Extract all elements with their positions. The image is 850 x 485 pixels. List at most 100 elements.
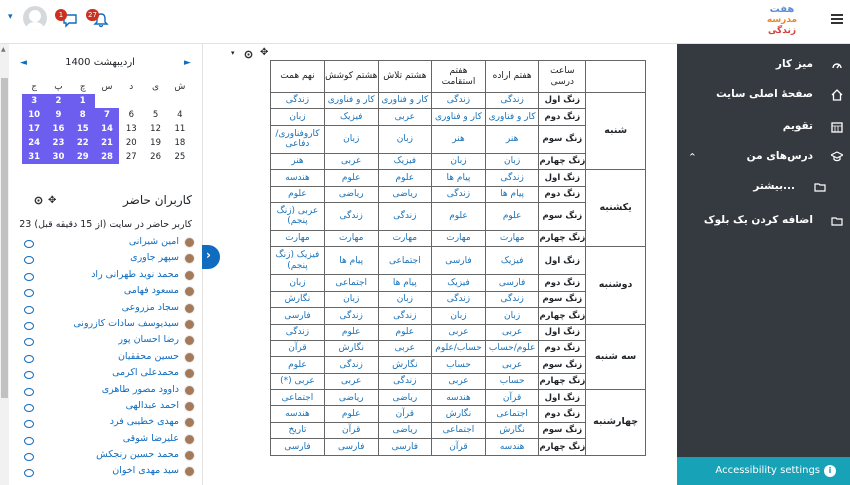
calendar-day[interactable]: 1 [70, 94, 95, 108]
online-user-name[interactable]: محمدعلی اکرمی [112, 367, 179, 378]
online-user-name[interactable]: محمد نوید طهرانی راد [91, 269, 179, 280]
calendar-day[interactable]: 2 [46, 94, 71, 108]
online-user-name[interactable]: سپهر جاوری [130, 252, 179, 263]
calendar-day[interactable]: 4 [168, 108, 192, 122]
user-avatar[interactable] [184, 368, 195, 380]
online-user-name[interactable]: علیرضا شوقی [123, 433, 179, 444]
hamburger-menu-icon[interactable] [831, 14, 843, 24]
calendar-day[interactable]: 15 [70, 122, 95, 136]
user-avatar[interactable] [184, 318, 195, 330]
online-user-name[interactable]: سجاد مزروعی [122, 302, 179, 313]
calendar-day[interactable]: 7 [94, 108, 120, 122]
online-user-name[interactable]: محمد حسین رنجکش [96, 449, 179, 460]
user-avatar[interactable] [184, 335, 195, 347]
calendar-day[interactable]: 12 [143, 122, 167, 136]
calendar-day[interactable]: 3 [22, 94, 47, 108]
calendar-day[interactable]: 25 [168, 150, 192, 164]
calendar-day[interactable]: 10 [22, 108, 47, 122]
calendar-day[interactable]: 22 [70, 136, 95, 150]
calendar-day[interactable]: 21 [94, 136, 120, 150]
nav-more[interactable]: بیشتر... [677, 176, 850, 198]
calendar-day[interactable]: 11 [168, 122, 192, 136]
calendar-day[interactable]: 5 [143, 108, 167, 122]
nav-site-home[interactable]: صفحهٔ اصلی سایت [677, 84, 850, 106]
user-avatar[interactable] [184, 466, 195, 478]
nav-add-block[interactable]: اضافه کردن یک بلوک [677, 210, 850, 232]
send-message-icon[interactable] [24, 371, 34, 380]
user-avatar[interactable] [184, 450, 195, 462]
calendar-day[interactable]: 24 [22, 136, 47, 150]
drawer-toggle-button[interactable]: › [202, 245, 220, 269]
send-message-icon[interactable] [24, 289, 34, 298]
calendar-day[interactable]: 19 [143, 136, 167, 150]
online-user-name[interactable]: مهدی خطیبی فرد [110, 416, 179, 427]
send-message-icon[interactable] [24, 321, 34, 330]
online-user-name[interactable]: حسین محققیان [118, 351, 179, 362]
calendar-day[interactable]: 28 [94, 150, 120, 164]
nav-calendar[interactable]: تقویم [677, 116, 850, 138]
accessibility-settings-button[interactable]: Accessibility settings i [677, 457, 850, 485]
calendar-day[interactable]: 20 [119, 136, 143, 150]
send-message-icon[interactable] [24, 403, 34, 412]
online-user-name[interactable]: سید مهدی اخوان [112, 465, 179, 476]
calendar-day[interactable]: 27 [119, 150, 143, 164]
block-move-icon[interactable]: ✥ [48, 195, 56, 206]
user-avatar[interactable] [23, 6, 47, 30]
calendar-day[interactable]: 30 [46, 150, 71, 164]
calendar-day[interactable]: 14 [94, 122, 120, 136]
online-user-name[interactable]: مسعود فهامی [124, 285, 179, 296]
calendar-prev-arrow-icon[interactable]: ◄ [20, 58, 27, 68]
user-avatar[interactable] [184, 302, 195, 314]
user-avatar[interactable] [184, 253, 195, 265]
nav-my-courses[interactable]: ^ درس‌های من [677, 146, 850, 168]
user-avatar[interactable] [184, 237, 195, 248]
site-logo[interactable]: هفت مدرسه زندگی [762, 4, 802, 42]
user-avatar[interactable] [184, 417, 195, 429]
online-user-name[interactable]: داوود مصور طاهری [102, 384, 179, 395]
user-avatar[interactable] [184, 400, 195, 412]
calendar-day[interactable]: 8 [70, 108, 95, 122]
online-user-name[interactable]: امین شیرانی [129, 236, 179, 247]
calendar-day[interactable]: 23 [46, 136, 71, 150]
online-user-row: علیرضا شوقی [24, 431, 195, 447]
table-block-gear-icon[interactable] [243, 49, 254, 60]
calendar-day[interactable]: 26 [143, 150, 167, 164]
calendar-day[interactable]: 18 [168, 136, 192, 150]
user-avatar[interactable] [184, 351, 195, 363]
user-avatar[interactable] [184, 384, 195, 396]
send-message-icon[interactable] [24, 453, 34, 462]
nav-dashboard[interactable]: میز کار [677, 54, 850, 76]
scroll-up-arrow-icon[interactable]: ▲ [1, 46, 6, 53]
calendar-day[interactable]: 31 [22, 150, 47, 164]
send-message-icon[interactable] [24, 469, 34, 478]
user-avatar[interactable] [184, 433, 195, 445]
send-message-icon[interactable] [24, 436, 34, 445]
calendar-day[interactable]: 13 [119, 122, 143, 136]
table-block-move-icon[interactable]: ✥ [260, 47, 268, 58]
send-message-icon[interactable] [24, 354, 34, 363]
online-user-name[interactable]: احمد عبدالهی [126, 400, 179, 411]
send-message-icon[interactable] [24, 240, 34, 248]
send-message-icon[interactable] [24, 420, 34, 429]
send-message-icon[interactable] [24, 305, 34, 314]
calendar-next-arrow-icon[interactable]: ► [184, 58, 191, 68]
calendar-day[interactable]: 29 [70, 150, 95, 164]
scrollbar-thumb[interactable] [1, 78, 8, 398]
chevron-up-icon[interactable]: ^ [689, 152, 696, 161]
online-user-name[interactable]: رضا احسان پور [118, 334, 179, 345]
calendar-day[interactable]: 9 [46, 108, 71, 122]
send-message-icon[interactable] [24, 272, 34, 281]
online-user-name[interactable]: سیدیوسف سادات کازرونی [73, 318, 179, 329]
send-message-icon[interactable] [24, 387, 34, 396]
block-settings-gear-icon[interactable] [33, 195, 44, 206]
send-message-icon[interactable] [24, 256, 34, 265]
user-avatar[interactable] [184, 286, 195, 298]
user-menu-caret-icon[interactable]: ▾ [8, 12, 13, 22]
table-block-caret-icon[interactable]: ▾ [231, 49, 235, 57]
calendar-day[interactable]: 17 [22, 122, 47, 136]
calendar-day[interactable]: 16 [46, 122, 71, 136]
user-avatar[interactable] [184, 269, 195, 281]
send-message-icon[interactable] [24, 338, 34, 347]
calendar-day[interactable]: 6 [119, 108, 143, 122]
left-scrollbar[interactable]: ▲ [0, 44, 9, 485]
